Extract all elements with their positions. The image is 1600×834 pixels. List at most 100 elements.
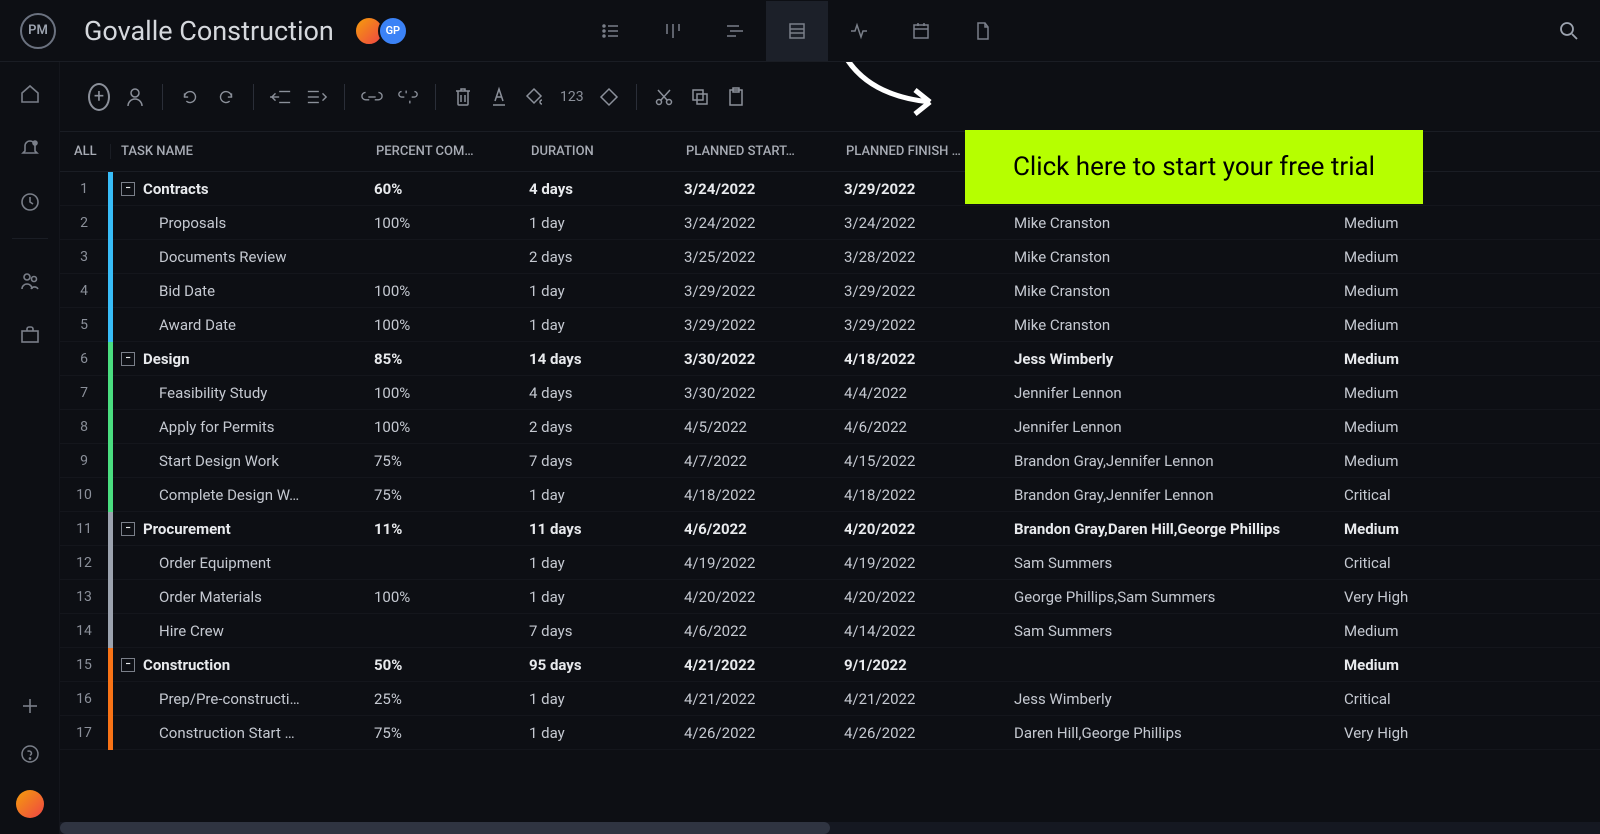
cell-assigned[interactable]: George Phillips,Sam Summers bbox=[1008, 588, 1338, 606]
cell-duration[interactable]: 1 day bbox=[523, 724, 678, 742]
view-board-icon[interactable] bbox=[642, 1, 704, 61]
cell-assigned[interactable]: Sam Summers bbox=[1008, 622, 1338, 640]
cell-duration[interactable]: 1 day bbox=[523, 316, 678, 334]
cell-name[interactable]: Prep/Pre-constructi… bbox=[108, 682, 368, 716]
col-percent[interactable]: PERCENT COM… bbox=[370, 144, 525, 159]
link-icon[interactable] bbox=[357, 82, 387, 112]
cell-percent[interactable]: 100% bbox=[368, 384, 523, 402]
cell-duration[interactable]: 14 days bbox=[523, 350, 678, 368]
cell-name[interactable]: Award Date bbox=[108, 308, 368, 342]
cell-start[interactable]: 4/21/2022 bbox=[678, 656, 838, 674]
cell-start[interactable]: 4/7/2022 bbox=[678, 452, 838, 470]
cell-name[interactable]: Apply for Permits bbox=[108, 410, 368, 444]
table-row[interactable]: 15−Construction50%95 days4/21/20229/1/20… bbox=[60, 648, 1600, 682]
cell-priority[interactable]: Medium bbox=[1338, 384, 1458, 402]
cell-duration[interactable]: 11 days bbox=[523, 520, 678, 538]
unlink-icon[interactable] bbox=[393, 82, 423, 112]
cell-assigned[interactable]: Mike Cranston bbox=[1008, 316, 1338, 334]
view-activity-icon[interactable] bbox=[828, 1, 890, 61]
nav-add-icon[interactable] bbox=[18, 694, 42, 718]
cell-priority[interactable]: Very High bbox=[1338, 588, 1458, 606]
table-row[interactable]: 13Order Materials100%1 day4/20/20224/20/… bbox=[60, 580, 1600, 614]
cell-finish[interactable]: 4/14/2022 bbox=[838, 622, 1008, 640]
cell-assigned[interactable]: Brandon Gray,Daren Hill,George Phillips bbox=[1008, 520, 1338, 538]
table-row[interactable]: 3Documents Review2 days3/25/20223/28/202… bbox=[60, 240, 1600, 274]
table-row[interactable]: 2Proposals100%1 day3/24/20223/24/2022Mik… bbox=[60, 206, 1600, 240]
nav-user-avatar-icon[interactable] bbox=[16, 790, 44, 818]
add-task-button[interactable]: + bbox=[84, 82, 114, 112]
cell-name[interactable]: Feasibility Study bbox=[108, 376, 368, 410]
cut-icon[interactable] bbox=[649, 82, 679, 112]
cell-percent[interactable]: 85% bbox=[368, 350, 523, 368]
view-list-icon[interactable] bbox=[580, 1, 642, 61]
nav-briefcase-icon[interactable] bbox=[18, 323, 42, 347]
redo-icon[interactable] bbox=[211, 82, 241, 112]
table-row[interactable]: 4Bid Date100%1 day3/29/20223/29/2022Mike… bbox=[60, 274, 1600, 308]
cell-start[interactable]: 4/21/2022 bbox=[678, 690, 838, 708]
cell-priority[interactable]: Medium bbox=[1338, 316, 1458, 334]
cell-start[interactable]: 4/6/2022 bbox=[678, 622, 838, 640]
cell-finish[interactable]: 4/19/2022 bbox=[838, 554, 1008, 572]
assign-user-icon[interactable] bbox=[120, 82, 150, 112]
collapse-icon[interactable]: − bbox=[121, 522, 135, 536]
cell-percent[interactable]: 100% bbox=[368, 282, 523, 300]
cell-start[interactable]: 3/25/2022 bbox=[678, 248, 838, 266]
cell-assigned[interactable]: Jess Wimberly bbox=[1008, 350, 1338, 368]
cell-start[interactable]: 4/18/2022 bbox=[678, 486, 838, 504]
cell-start[interactable]: 3/30/2022 bbox=[678, 350, 838, 368]
cell-start[interactable]: 3/30/2022 bbox=[678, 384, 838, 402]
cell-percent[interactable]: 100% bbox=[368, 418, 523, 436]
cell-duration[interactable]: 4 days bbox=[523, 180, 678, 198]
cell-duration[interactable]: 95 days bbox=[523, 656, 678, 674]
cell-percent[interactable]: 100% bbox=[368, 588, 523, 606]
collapse-icon[interactable]: − bbox=[121, 658, 135, 672]
cell-duration[interactable]: 1 day bbox=[523, 554, 678, 572]
table-row[interactable]: 6−Design85%14 days3/30/20224/18/2022Jess… bbox=[60, 342, 1600, 376]
numbers-icon[interactable]: 123 bbox=[556, 82, 588, 112]
cell-name[interactable]: Order Materials bbox=[108, 580, 368, 614]
cell-priority[interactable]: Medium bbox=[1338, 656, 1458, 674]
cell-finish[interactable]: 3/29/2022 bbox=[838, 282, 1008, 300]
cell-name[interactable]: Construction Start … bbox=[108, 716, 368, 750]
fill-color-icon[interactable] bbox=[520, 82, 550, 112]
cell-assigned[interactable]: Jennifer Lennon bbox=[1008, 418, 1338, 436]
cell-duration[interactable]: 1 day bbox=[523, 282, 678, 300]
cell-percent[interactable]: 75% bbox=[368, 452, 523, 470]
cell-finish[interactable]: 4/26/2022 bbox=[838, 724, 1008, 742]
cell-assigned[interactable]: Brandon Gray,Jennifer Lennon bbox=[1008, 486, 1338, 504]
table-row[interactable]: 11−Procurement11%11 days4/6/20224/20/202… bbox=[60, 512, 1600, 546]
cell-priority[interactable]: Medium bbox=[1338, 282, 1458, 300]
cell-assigned[interactable]: Brandon Gray,Jennifer Lennon bbox=[1008, 452, 1338, 470]
cell-finish[interactable]: 4/20/2022 bbox=[838, 588, 1008, 606]
cell-start[interactable]: 4/19/2022 bbox=[678, 554, 838, 572]
col-all[interactable]: ALL bbox=[60, 144, 110, 159]
cell-duration[interactable]: 1 day bbox=[523, 486, 678, 504]
cell-finish[interactable]: 3/24/2022 bbox=[838, 214, 1008, 232]
nav-clock-icon[interactable] bbox=[18, 190, 42, 214]
cell-priority[interactable]: Critical bbox=[1338, 554, 1458, 572]
cell-priority[interactable]: Critical bbox=[1338, 486, 1458, 504]
text-color-icon[interactable] bbox=[484, 82, 514, 112]
cell-assigned[interactable]: Jess Wimberly bbox=[1008, 690, 1338, 708]
cell-duration[interactable]: 2 days bbox=[523, 248, 678, 266]
cell-name[interactable]: Hire Crew bbox=[108, 614, 368, 648]
cell-start[interactable]: 4/20/2022 bbox=[678, 588, 838, 606]
cell-start[interactable]: 3/29/2022 bbox=[678, 282, 838, 300]
cell-duration[interactable]: 2 days bbox=[523, 418, 678, 436]
col-task-name[interactable]: TASK NAME bbox=[110, 144, 370, 159]
cell-duration[interactable]: 4 days bbox=[523, 384, 678, 402]
table-row[interactable]: 8Apply for Permits100%2 days4/5/20224/6/… bbox=[60, 410, 1600, 444]
app-logo[interactable]: PM bbox=[20, 13, 56, 49]
cell-name[interactable]: Complete Design W… bbox=[108, 478, 368, 512]
table-row[interactable]: 10Complete Design W…75%1 day4/18/20224/1… bbox=[60, 478, 1600, 512]
collapse-icon[interactable]: − bbox=[121, 182, 135, 196]
cell-assigned[interactable]: Jennifer Lennon bbox=[1008, 384, 1338, 402]
trash-icon[interactable] bbox=[448, 82, 478, 112]
table-row[interactable]: 17Construction Start …75%1 day4/26/20224… bbox=[60, 716, 1600, 750]
cell-percent[interactable]: 50% bbox=[368, 656, 523, 674]
copy-icon[interactable] bbox=[685, 82, 715, 112]
cell-name[interactable]: −Construction bbox=[108, 648, 368, 682]
cell-priority[interactable]: Medium bbox=[1338, 350, 1458, 368]
table-row[interactable]: 14Hire Crew7 days4/6/20224/14/2022Sam Su… bbox=[60, 614, 1600, 648]
nav-team-icon[interactable] bbox=[18, 269, 42, 293]
